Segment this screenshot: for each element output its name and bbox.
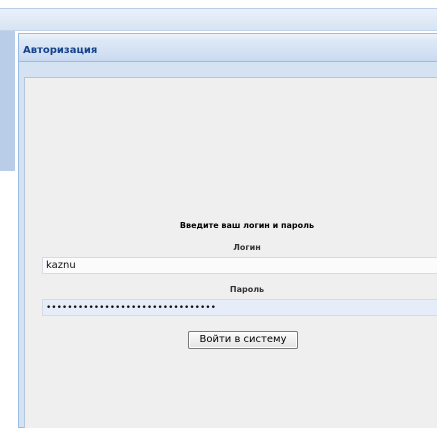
login-button[interactable]: Войти в систему — [188, 331, 298, 349]
login-label: Логин — [233, 243, 261, 252]
page: Авторизация Введите ваш логин и пароль Л… — [0, 0, 437, 428]
login-form: Введите ваш логин и пароль Логин Пароль … — [24, 77, 437, 428]
side-panel-strip — [0, 31, 15, 171]
header-band — [0, 9, 437, 31]
password-field[interactable] — [42, 299, 437, 316]
login-prompt: Введите ваш логин и пароль — [179, 221, 315, 230]
panel-header: Авторизация — [19, 42, 437, 62]
password-label: Пароль — [229, 285, 265, 294]
authorization-panel: Авторизация Введите ваш логин и пароль Л… — [18, 33, 437, 428]
panel-title: Авторизация — [23, 45, 98, 56]
login-field[interactable] — [42, 257, 437, 274]
top-bar — [0, 0, 437, 9]
